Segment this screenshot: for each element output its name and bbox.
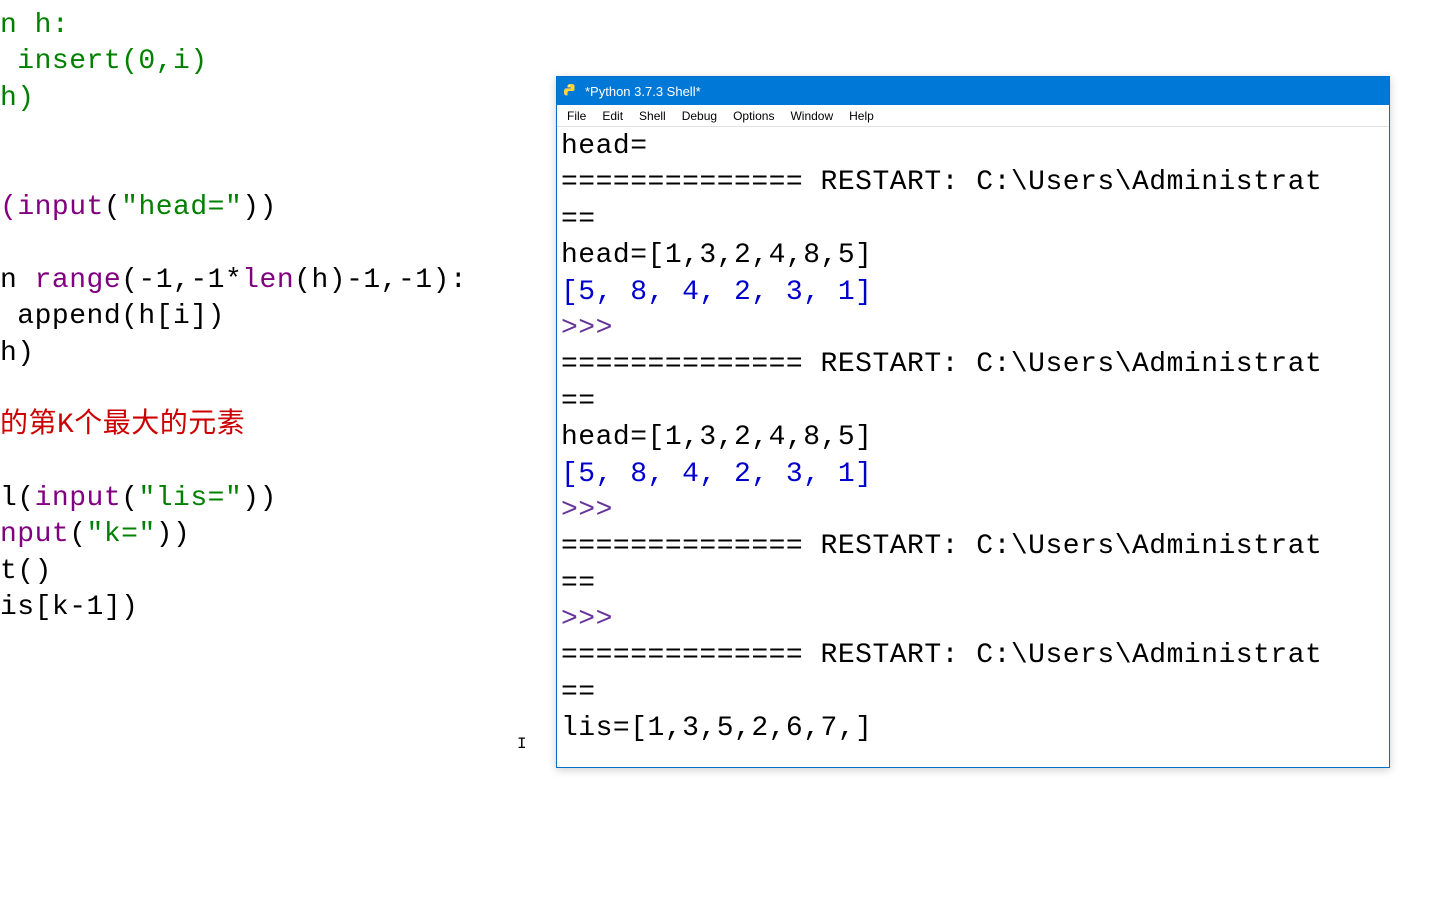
editor-panel: n h: insert(0,i)h) (input("head=")) n ra…	[0, 0, 550, 910]
shell-line: [5, 8, 4, 2, 3, 1]	[561, 457, 1385, 493]
python-icon	[563, 83, 579, 99]
code-line	[0, 445, 550, 481]
menu-window[interactable]: Window	[782, 107, 841, 125]
code-line: append(h[i])	[0, 299, 550, 335]
shell-line: ==	[561, 675, 1385, 711]
shell-line: >>>	[561, 602, 1385, 638]
shell-line: ============== RESTART: C:\Users\Adminis…	[561, 165, 1385, 201]
menu-edit[interactable]: Edit	[594, 107, 631, 125]
shell-line: ============== RESTART: C:\Users\Adminis…	[561, 638, 1385, 674]
code-line: nput("k="))	[0, 517, 550, 553]
text-cursor-icon: I	[517, 735, 519, 755]
code-line: 的第K个最大的元素	[0, 408, 550, 444]
code-line	[0, 154, 550, 190]
shell-line: ============== RESTART: C:\Users\Adminis…	[561, 529, 1385, 565]
code-line	[0, 372, 550, 408]
code-line	[0, 117, 550, 153]
code-line: l(input("lis="))	[0, 481, 550, 517]
code-line: h)	[0, 81, 550, 117]
menubar: FileEditShellDebugOptionsWindowHelp	[557, 105, 1389, 127]
shell-line: ============== RESTART: C:\Users\Adminis…	[561, 347, 1385, 383]
shell-line: head=[1,3,2,4,8,5]	[561, 238, 1385, 274]
shell-line: >>>	[561, 493, 1385, 529]
menu-debug[interactable]: Debug	[674, 107, 725, 125]
shell-line: ==	[561, 384, 1385, 420]
shell-line: head=	[561, 129, 1385, 165]
code-line: insert(0,i)	[0, 44, 550, 80]
shell-output[interactable]: head=============== RESTART: C:\Users\Ad…	[557, 127, 1389, 767]
code-line	[0, 226, 550, 262]
code-line: is[k-1])	[0, 590, 550, 626]
code-line: n h:	[0, 8, 550, 44]
code-line: n range(-1,-1*len(h)-1,-1):	[0, 263, 550, 299]
shell-line: lis=[1,3,5,2,6,7,]	[561, 711, 1385, 747]
menu-options[interactable]: Options	[725, 107, 782, 125]
shell-line: >>>	[561, 311, 1385, 347]
shell-line: head=[1,3,2,4,8,5]	[561, 420, 1385, 456]
code-line: t()	[0, 554, 550, 590]
code-line: (input("head="))	[0, 190, 550, 226]
shell-line: ==	[561, 202, 1385, 238]
menu-help[interactable]: Help	[841, 107, 882, 125]
window-title: *Python 3.7.3 Shell*	[585, 84, 701, 99]
shell-window: *Python 3.7.3 Shell* FileEditShellDebugO…	[556, 76, 1390, 768]
titlebar[interactable]: *Python 3.7.3 Shell*	[557, 77, 1389, 105]
shell-line: [5, 8, 4, 2, 3, 1]	[561, 275, 1385, 311]
code-line: h)	[0, 336, 550, 372]
menu-shell[interactable]: Shell	[631, 107, 674, 125]
menu-file[interactable]: File	[559, 107, 594, 125]
shell-line: ==	[561, 566, 1385, 602]
